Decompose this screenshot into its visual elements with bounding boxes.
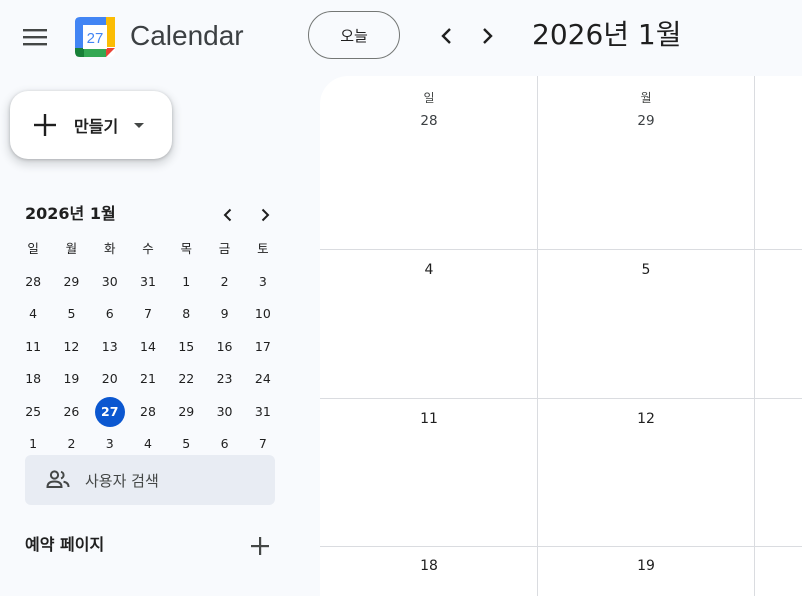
day-number[interactable]: 5 [626, 262, 666, 278]
mini-calendar-week: 25 26 27 28 29 30 31 [14, 396, 282, 429]
weekday-label: 일 [27, 241, 39, 257]
grid-row-divider [320, 546, 802, 547]
current-range-title: 2026년 1월 [532, 18, 682, 51]
people-icon [46, 470, 70, 488]
chevron-right-icon [261, 208, 270, 222]
mini-calendar-week: 28 29 30 31 1 2 3 [14, 266, 282, 299]
mini-calendar-day[interactable]: 26 [52, 397, 90, 427]
weekday-label: 화 [103, 241, 116, 257]
grid-column-divider [537, 76, 538, 596]
app-title: Calendar [130, 20, 244, 51]
mini-calendar-day[interactable]: 28 [129, 397, 167, 427]
mini-calendar-day[interactable]: 25 [14, 397, 52, 427]
chevron-left-icon [441, 28, 451, 44]
mini-calendar-day[interactable]: 3 [244, 267, 282, 297]
weekday-label: 금 [218, 241, 231, 257]
create-label: 만들기 [74, 117, 119, 136]
create-button[interactable]: 만들기 [10, 91, 172, 159]
caret-down-icon [134, 123, 145, 128]
mini-calendar-day[interactable]: 29 [52, 267, 90, 297]
mini-calendar-day[interactable]: 31 [244, 397, 282, 427]
mini-calendar-day[interactable]: 16 [205, 332, 243, 362]
mini-calendar-day[interactable]: 4 [14, 299, 52, 329]
mini-calendar-day[interactable]: 18 [14, 364, 52, 394]
mini-calendar-title: 2026년 1월 [25, 204, 116, 223]
next-period-button[interactable] [471, 20, 503, 52]
day-number[interactable]: 12 [626, 411, 666, 427]
mini-calendar-day[interactable]: 12 [52, 332, 90, 362]
day-number[interactable]: 18 [409, 558, 449, 574]
booking-pages-heading: 예약 페이지 [25, 535, 105, 554]
grid-row-divider [320, 398, 802, 399]
mini-calendar-day[interactable]: 20 [91, 364, 129, 394]
weekday-label: 토 [257, 241, 269, 257]
day-number[interactable]: 29 [626, 113, 666, 129]
mini-calendar-day[interactable]: 8 [167, 299, 205, 329]
mini-calendar-week: 4 5 6 7 8 9 10 [14, 298, 282, 331]
selected-day-label: 27 [94, 396, 125, 427]
mini-calendar-day[interactable]: 10 [244, 299, 282, 329]
plus-icon [251, 537, 269, 555]
mini-calendar-day-selected[interactable]: 27 [91, 396, 129, 427]
grid-column-divider [754, 76, 755, 596]
mini-calendar-week: 11 12 13 14 15 16 17 [14, 331, 282, 364]
mini-calendar-prev-button[interactable] [212, 199, 244, 231]
mini-calendar-day[interactable]: 21 [129, 364, 167, 394]
mini-calendar-day[interactable]: 14 [129, 332, 167, 362]
weekday-label: 수 [142, 241, 154, 257]
day-number[interactable]: 11 [409, 411, 449, 427]
mini-calendar-grid: 일 월 화 수 목 금 토 28 29 30 31 1 2 3 4 5 6 7 … [14, 233, 282, 461]
hamburger-menu-icon [23, 29, 47, 46]
previous-period-button[interactable] [431, 20, 463, 52]
weekday-label: 월 [65, 241, 78, 257]
day-number[interactable]: 28 [409, 113, 449, 129]
mini-calendar-day[interactable]: 30 [205, 397, 243, 427]
weekday-header: 일 [423, 91, 435, 105]
mini-calendar-day[interactable]: 5 [52, 299, 90, 329]
weekday-header: 월 [640, 91, 652, 105]
mini-calendar-day[interactable]: 2 [205, 267, 243, 297]
search-people-input[interactable]: 사용자 검색 [25, 455, 275, 505]
main-menu-button[interactable] [12, 14, 58, 60]
mini-calendar-day[interactable]: 17 [244, 332, 282, 362]
mini-calendar-next-button[interactable] [249, 199, 281, 231]
mini-calendar-day[interactable]: 23 [205, 364, 243, 394]
mini-calendar-day[interactable]: 30 [91, 267, 129, 297]
mini-calendar-day[interactable]: 11 [14, 332, 52, 362]
mini-calendar-day[interactable]: 1 [167, 267, 205, 297]
chevron-left-icon [223, 208, 232, 222]
plus-icon [34, 114, 56, 136]
today-button[interactable]: 오늘 [308, 11, 400, 59]
mini-calendar-day[interactable]: 7 [129, 299, 167, 329]
day-number[interactable]: 19 [626, 558, 666, 574]
mini-calendar-day[interactable]: 13 [91, 332, 129, 362]
mini-calendar-day[interactable]: 31 [129, 267, 167, 297]
mini-calendar-day[interactable]: 29 [167, 397, 205, 427]
grid-row-divider [320, 249, 802, 250]
mini-calendar-day[interactable]: 15 [167, 332, 205, 362]
mini-calendar-week: 18 19 20 21 22 23 24 [14, 363, 282, 396]
mini-calendar-day[interactable]: 22 [167, 364, 205, 394]
chevron-right-icon [483, 28, 493, 44]
weekday-label: 목 [180, 241, 193, 257]
mini-calendar-day[interactable]: 28 [14, 267, 52, 297]
mini-calendar-day[interactable]: 24 [244, 364, 282, 394]
mini-calendar-day[interactable]: 19 [52, 364, 90, 394]
day-number[interactable]: 4 [409, 262, 449, 278]
mini-calendar-day[interactable]: 6 [91, 299, 129, 329]
month-grid: 일 월 28 29 4 5 11 12 18 19 [320, 76, 802, 596]
add-booking-page-button[interactable] [246, 532, 274, 560]
mini-calendar-weekday-row: 일 월 화 수 목 금 토 [14, 233, 282, 266]
calendar-logo: 27 [74, 16, 116, 58]
search-people-label: 사용자 검색 [85, 471, 159, 490]
mini-calendar-day[interactable]: 9 [205, 299, 243, 329]
svg-text:27: 27 [87, 30, 104, 47]
